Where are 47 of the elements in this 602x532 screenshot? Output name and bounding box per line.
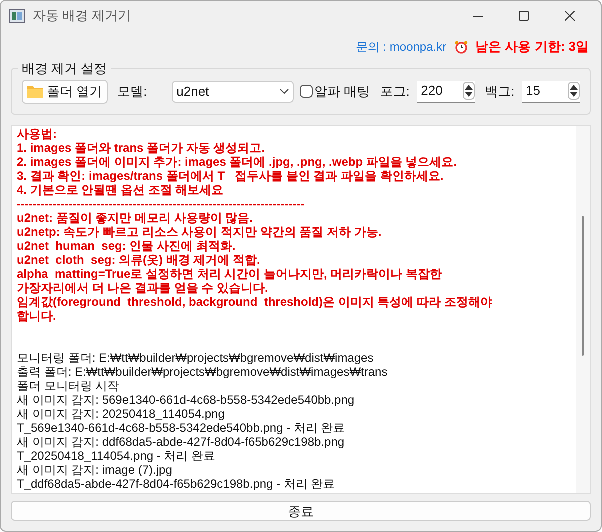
- remaining-days-label: 남은 사용 기한: 3일: [476, 38, 589, 56]
- log-line: 새 이미지 감지: ddf68da5-abde-427f-8d04-f65b629c198b.png: [17, 435, 345, 449]
- instruction-line: 임계값(foreground_threshold, background_threshold)은 이미지 특성에 따라 조정해야: [17, 295, 492, 309]
- maximize-icon: [519, 11, 529, 21]
- scrollbar[interactable]: [576, 126, 590, 493]
- open-folder-button[interactable]: 폴더 열기: [22, 80, 108, 104]
- instruction-line: u2netp: 속도가 빠르고 리소스 사용이 적지만 약간의 품질 저하 가능.: [17, 225, 382, 239]
- instruction-line: 4. 기본으로 안될땐 옵션 조절 해보세요: [17, 183, 224, 197]
- instruction-line: ------------------------------------------------------------------------: [17, 197, 305, 211]
- instruction-line: 가장자리에서 더 나은 결과를 얻을 수 있습니다.: [17, 281, 268, 295]
- instruction-line: 1. images 폴더와 trans 폴더가 자동 생성되고.: [17, 141, 266, 155]
- folder-icon: [27, 85, 43, 98]
- instruction-line: 사용법:: [17, 127, 57, 141]
- app-icon: [9, 9, 25, 23]
- instruction-line: alpha_matting=True로 설정하면 처리 시간이 늘어나지만, 머리카락이나 복잡한: [17, 267, 442, 281]
- instruction-line: 합니다.: [17, 309, 56, 323]
- log-line: 폴더 모니터링 시작: [17, 379, 120, 393]
- alpha-matting-checkbox[interactable]: [300, 85, 313, 98]
- number-spinbox[interactable]: 220: [417, 80, 476, 102]
- alarm-clock-icon: [454, 40, 468, 54]
- alpha-matting-label: 알파 매팅: [314, 82, 370, 101]
- exit-button[interactable]: 종료: [11, 501, 591, 521]
- instruction-line: u2net_human_seg: 인물 사진에 최적화.: [17, 239, 236, 253]
- log-line: 모니터링 폴더: E:₩tt₩builder₩projects₩bgremove₩dist₩images: [17, 351, 374, 365]
- log-line: 새 이미지 감지: 20250418_114054.png: [17, 407, 225, 421]
- instruction-line: 3. 결과 확인: images/trans 폴더에서 T_ 접두사를 붙인 결과 파일을 확인하세요.: [17, 169, 444, 183]
- log-textarea[interactable]: [11, 125, 591, 494]
- foreground-label: 포그:: [380, 82, 410, 101]
- model-label: 모델:: [118, 82, 148, 101]
- instruction-line: 2. images 폴더에 이미지 추가: images 폴더에 .jpg, .png, .webp 파일을 넣으세요.: [17, 155, 458, 169]
- log-line: 출력 폴더: E:₩tt₩builder₩projects₩bgremove₩dist₩images₩trans: [17, 365, 388, 379]
- close-icon: [565, 11, 575, 21]
- log-line: 새 이미지 감지: 569e1340-661d-4c68-b558-5342ede540bb.png: [17, 393, 355, 407]
- number-spinbox[interactable]: 15: [522, 80, 580, 102]
- model-dropdown[interactable]: u2net: [172, 80, 294, 102]
- contact-link[interactable]: 문의 : moonpa.kr: [356, 38, 447, 56]
- log-line: T_569e1340-661d-4c68-b558-5342ede540bb.png - 처리 완료: [17, 421, 346, 435]
- spin-arrows-icon[interactable]: [568, 82, 580, 100]
- background-label: 백그:: [485, 82, 515, 101]
- instruction-line: u2net_cloth_seg: 의류(옷) 배경 제거에 적합.: [17, 253, 260, 267]
- log-line: T_20250418_114054.png - 처리 완료: [17, 449, 216, 463]
- instruction-line: u2net: 품질이 좋지만 메모리 사용량이 많음.: [17, 211, 254, 225]
- chevron-down-icon: [280, 89, 289, 94]
- log-line: T_ddf68da5-abde-427f-8d04-f65b629c198b.png - 처리 완료: [17, 477, 336, 491]
- log-line: 새 이미지 감지: image (7).jpg: [17, 463, 172, 477]
- window-title: 자동 배경 제거기: [33, 7, 132, 26]
- spin-arrows-icon[interactable]: [463, 82, 476, 100]
